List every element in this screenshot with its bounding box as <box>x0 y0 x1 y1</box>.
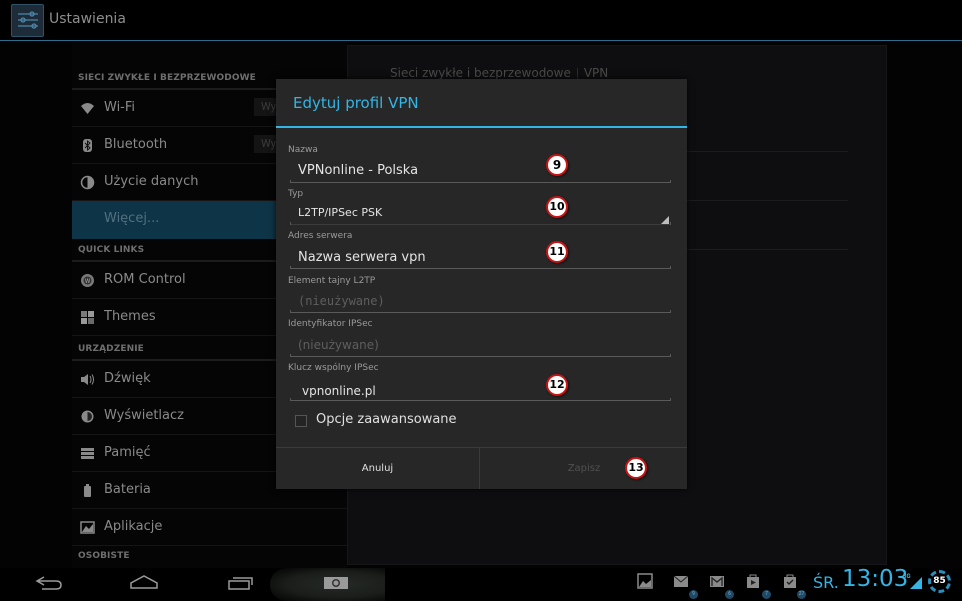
back-icon <box>35 576 62 590</box>
ipsec-identifier-underline <box>290 354 671 357</box>
server-address-underline <box>290 266 671 269</box>
sidebar-item-label: Bateria <box>104 482 151 497</box>
ipsec-psk-label: Klucz wspólny IPSec <box>288 363 379 373</box>
notification-badge: 27 <box>797 590 806 599</box>
email-icon[interactable] <box>673 573 689 589</box>
rom-control-icon: W <box>80 273 95 288</box>
gmail-icon[interactable] <box>709 573 725 589</box>
bluetooth-icon <box>80 138 95 153</box>
annotation-marker: 12 <box>546 374 568 396</box>
section-header-device: URZĄDZENIE <box>78 344 144 354</box>
spinner-dropdown-icon[interactable] <box>661 216 669 224</box>
data-usage-icon <box>80 175 95 190</box>
edit-vpn-profile-dialog: Edytuj profil VPN Nazwa VPNonline - Pols… <box>276 79 687 489</box>
sidebar-item-label: Wi-Fi <box>104 100 136 115</box>
dialog-title-divider <box>276 126 687 128</box>
name-label: Nazwa <box>288 145 318 155</box>
section-header-networks: SIECI ZWYKŁE I BEZPRZEWODOWE <box>78 73 256 83</box>
home-button[interactable] <box>129 574 159 600</box>
notification-badge: 7 <box>762 590 771 599</box>
battery-icon <box>80 483 95 498</box>
sidebar-item-apps[interactable]: Aplikacje <box>72 509 347 546</box>
advanced-options-checkbox[interactable] <box>295 415 307 427</box>
display-icon <box>80 409 95 424</box>
annotation-marker: 9 <box>546 154 568 176</box>
section-header-quick-links: QUICK LINKS <box>78 245 145 255</box>
themes-icon <box>80 310 95 325</box>
ipsec-psk-underline <box>290 398 671 401</box>
wifi-icon <box>80 101 95 116</box>
breadcrumb-item: VPN <box>583 66 609 80</box>
screenshot-button[interactable] <box>322 575 350 601</box>
battery-indicator[interactable]: 85 <box>928 570 951 593</box>
settings-sliders-icon[interactable] <box>11 4 44 37</box>
type-spinner[interactable]: L2TP/IPSec PSK <box>298 206 382 219</box>
action-bar: Ustawienia <box>0 0 962 41</box>
section-header-personal: OSOBISTE <box>78 551 130 561</box>
apps-icon <box>80 520 95 535</box>
advanced-options-label[interactable]: Opcje zaawansowane <box>316 412 457 427</box>
cancel-button[interactable]: Anuluj <box>276 448 480 489</box>
sidebar-item-label: ROM Control <box>104 272 186 287</box>
sidebar-item-label: Wyświetlacz <box>104 408 184 423</box>
sidebar-item-label: Bluetooth <box>104 137 168 152</box>
l2tp-secret-underline <box>290 310 671 313</box>
ipsec-psk-input[interactable]: vpnonline.pl <box>302 384 376 398</box>
sidebar-item-label: Pamięć <box>104 445 151 460</box>
type-label: Typ <box>288 189 304 199</box>
server-address-input[interactable]: Nazwa serwera vpn <box>298 250 426 265</box>
play-store-icon[interactable] <box>745 573 761 589</box>
ipsec-identifier-label: Identyfikator IPSec <box>288 319 373 329</box>
sidebar-item-label: Użycie danych <box>104 174 199 189</box>
app-title: Ustawienia <box>49 11 126 27</box>
type-spinner-underline <box>290 222 671 225</box>
sidebar-item-label: Więcej... <box>104 211 160 226</box>
storage-icon <box>80 446 95 461</box>
name-input[interactable]: VPNonline - Polska <box>298 163 418 178</box>
notification-badge: 6 <box>725 590 734 599</box>
clock-time[interactable]: 13:03 <box>842 566 908 592</box>
breadcrumb-item[interactable]: Sieci zwykłe i bezprzewodowe <box>390 66 571 80</box>
sidebar-item-label: Aplikacje <box>104 519 163 534</box>
annotation-marker: 13 <box>625 457 647 479</box>
name-input-underline <box>290 180 671 183</box>
camera-icon <box>324 577 348 589</box>
clock-day[interactable]: ŚR. <box>813 573 839 592</box>
gallery-icon[interactable] <box>637 573 653 589</box>
notification-badge: 9 <box>689 590 698 599</box>
sound-icon <box>80 372 95 387</box>
ipsec-identifier-input[interactable]: (nieużywane) <box>298 338 379 352</box>
breadcrumb-separator <box>576 67 578 80</box>
dialog-title: Edytuj profil VPN <box>293 94 419 112</box>
l2tp-secret-label: Element tajny L2TP <box>288 276 376 286</box>
store-update-icon[interactable] <box>782 573 798 589</box>
signal-strength-icon <box>910 577 922 589</box>
sidebar-item-label: Themes <box>104 309 156 324</box>
breadcrumb: Sieci zwykłe i bezprzewodowe VPN <box>390 66 608 80</box>
back-button[interactable] <box>34 575 64 601</box>
annotation-marker: 11 <box>546 241 568 263</box>
annotation-marker: 10 <box>546 196 568 218</box>
server-address-label: Adres serwera <box>288 231 353 241</box>
recent-apps-button[interactable] <box>227 573 257 599</box>
l2tp-secret-input[interactable]: (nieużywane) <box>298 294 385 308</box>
save-button[interactable]: Zapisz <box>481 448 687 489</box>
sidebar-item-label: Dźwięk <box>104 371 151 386</box>
svg-text:W: W <box>85 278 91 285</box>
home-icon <box>130 575 158 589</box>
recent-apps-icon <box>228 577 253 590</box>
